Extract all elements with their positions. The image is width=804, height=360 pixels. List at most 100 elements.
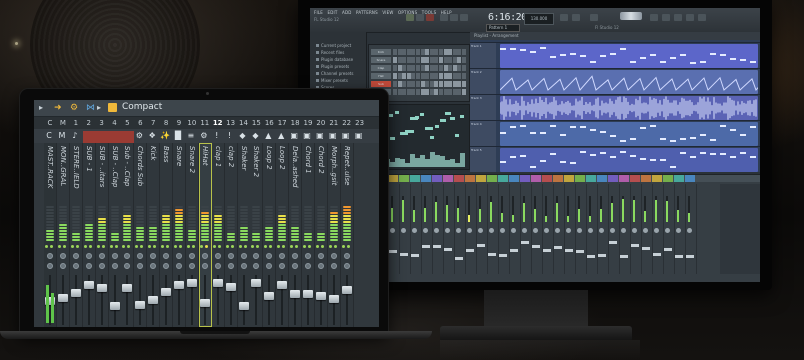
browser-item[interactable]: Mixer presets — [310, 77, 366, 84]
track-color-tab[interactable] — [641, 175, 651, 182]
channel-name-button[interactable]: Kick — [371, 49, 391, 55]
track-number[interactable]: 18 — [289, 117, 301, 129]
step-button[interactable] — [416, 81, 420, 87]
volume-fader[interactable] — [135, 301, 146, 309]
pan-knob[interactable] — [533, 228, 538, 233]
browser-item[interactable]: Channel presets — [310, 70, 366, 77]
menu-add[interactable]: ADD — [342, 10, 352, 15]
pan-knob[interactable] — [59, 253, 66, 259]
step-button[interactable] — [406, 73, 411, 79]
strip-name-box[interactable]: clap 1 — [213, 146, 223, 204]
pan-knob[interactable] — [434, 228, 439, 233]
stereo-separation-knob[interactable] — [176, 263, 182, 269]
track-label[interactable]: Track 3 — [470, 95, 496, 121]
track-color-tab[interactable] — [564, 175, 574, 182]
step-button[interactable] — [411, 81, 416, 87]
stereo-separation-knob[interactable] — [137, 263, 144, 269]
mixer-strip[interactable]: Kick — [147, 143, 161, 327]
step-button[interactable] — [393, 49, 397, 55]
step-button[interactable] — [397, 65, 402, 71]
pan-knob[interactable] — [423, 228, 428, 233]
track-color-tab[interactable] — [663, 175, 673, 182]
volume-fader[interactable] — [225, 283, 236, 291]
volume-fader[interactable] — [499, 254, 507, 257]
step-button[interactable] — [443, 81, 448, 87]
piano-note[interactable] — [420, 113, 424, 116]
browser-item[interactable]: Plugin presets — [310, 63, 366, 70]
pan-knob[interactable] — [305, 253, 311, 259]
track-color-tab[interactable] — [553, 175, 563, 182]
track-number[interactable]: 16 — [263, 117, 275, 129]
step-button[interactable] — [406, 57, 411, 63]
volume-fader[interactable] — [109, 302, 120, 310]
pan-knob[interactable] — [266, 253, 273, 259]
step-button[interactable] — [416, 89, 420, 95]
step-button[interactable] — [393, 81, 397, 87]
pan-knob[interactable] — [665, 228, 670, 233]
strip-name-box[interactable]: Kick — [148, 146, 158, 204]
step-button[interactable] — [434, 65, 439, 71]
layout-label[interactable]: Compact — [122, 102, 162, 112]
track-number[interactable]: 8 — [160, 117, 172, 129]
volume-fader[interactable] — [83, 281, 94, 289]
step-button[interactable] — [406, 81, 411, 87]
velocity-bar[interactable] — [460, 153, 465, 167]
track-icon[interactable]: ≡ — [186, 131, 196, 141]
step-button[interactable] — [425, 49, 430, 55]
stereo-separation-knob[interactable] — [266, 263, 273, 269]
track-label[interactable]: Track 1 — [470, 43, 496, 69]
step-button[interactable] — [416, 49, 420, 55]
view-piano-roll-button[interactable] — [662, 14, 670, 21]
stereo-separation-knob[interactable] — [317, 263, 324, 269]
pan-knob[interactable] — [240, 253, 247, 259]
track-color-tab[interactable] — [586, 175, 596, 182]
pan-knob[interactable] — [500, 228, 505, 233]
strip-name-box[interactable]: Chord 1 — [303, 146, 313, 204]
browser-item[interactable]: Recent files — [310, 49, 366, 56]
step-button[interactable] — [406, 89, 411, 95]
volume-fader[interactable] — [598, 254, 606, 257]
track-icon[interactable]: ▣ — [289, 131, 299, 141]
track-number[interactable]: 14 — [238, 117, 250, 129]
step-button[interactable] — [420, 73, 425, 79]
strip-name-box[interactable]: Bass — [161, 146, 171, 204]
track-icon[interactable]: ⚙ — [199, 131, 209, 141]
strip-name-box[interactable]: STERE..IELD — [71, 146, 81, 204]
pan-knob[interactable] — [588, 228, 593, 233]
pan-knob[interactable] — [292, 253, 299, 259]
stereo-separation-knob[interactable] — [305, 263, 311, 269]
step-button[interactable] — [452, 65, 457, 71]
pan-knob[interactable] — [555, 228, 560, 233]
mixer-strip[interactable] — [685, 184, 697, 274]
step-button[interactable] — [457, 57, 462, 63]
step-button[interactable] — [420, 89, 425, 95]
step-button[interactable] — [411, 89, 416, 95]
playlist-clip[interactable] — [499, 96, 758, 120]
volume-fader[interactable] — [290, 290, 301, 298]
strip-name-box[interactable]: clap 2 — [226, 146, 236, 204]
stereo-separation-knob[interactable] — [59, 263, 66, 269]
mixer-strip[interactable]: Chord 1 — [302, 143, 315, 327]
track-color-tab[interactable] — [509, 175, 519, 182]
step-button[interactable] — [429, 49, 434, 55]
step-button[interactable] — [448, 89, 453, 95]
volume-fader[interactable] — [653, 253, 661, 256]
mixer-strip[interactable]: clap 2 — [224, 143, 238, 327]
volume-fader[interactable] — [477, 244, 485, 247]
step-button[interactable] — [411, 57, 416, 63]
step-button[interactable] — [462, 73, 466, 79]
volume-fader[interactable] — [686, 255, 694, 258]
bowtie-icon[interactable]: ⋈ — [86, 103, 95, 113]
step-button[interactable] — [425, 57, 430, 63]
step-button[interactable] — [425, 89, 430, 95]
step-button[interactable] — [393, 65, 397, 71]
track-number[interactable]: 13 — [225, 117, 237, 129]
volume-fader[interactable] — [433, 245, 441, 248]
step-button[interactable] — [443, 89, 448, 95]
step-button[interactable] — [462, 49, 466, 55]
strip-name-box[interactable]: Morph..gsit — [329, 146, 339, 204]
pan-knob[interactable] — [98, 253, 105, 259]
pattern-song-toggle[interactable] — [450, 14, 458, 21]
step-button[interactable] — [452, 57, 457, 63]
pan-knob[interactable] — [150, 253, 157, 259]
